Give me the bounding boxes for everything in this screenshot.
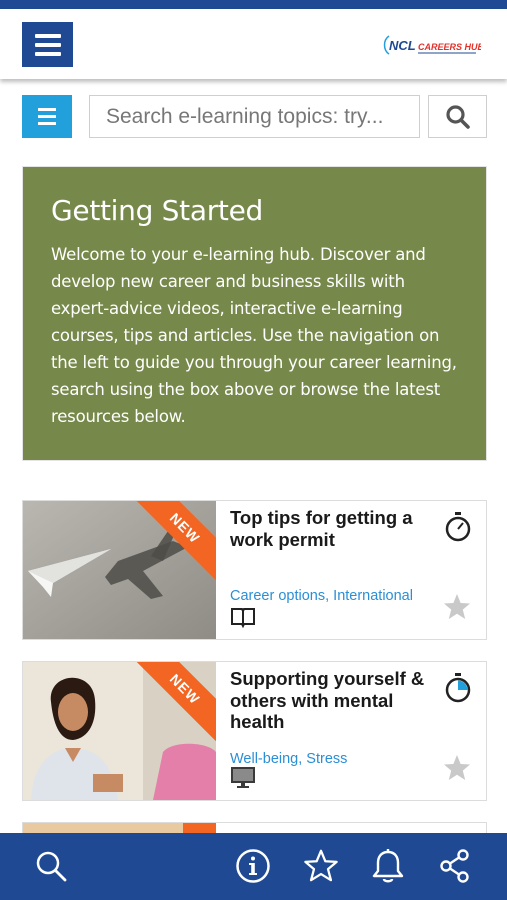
- star-icon: [304, 849, 338, 882]
- list-bar-icon: [38, 122, 56, 125]
- list-bar-icon: [38, 115, 56, 118]
- book-icon: [231, 608, 255, 629]
- menu-bar-icon: [34, 51, 61, 56]
- main-menu-button[interactable]: [22, 22, 73, 67]
- info-icon: [236, 849, 270, 883]
- card-tags[interactable]: Career options, International: [230, 588, 413, 604]
- search-icon: [36, 851, 67, 882]
- timer-icon: [445, 512, 471, 542]
- menu-bar-icon: [34, 42, 61, 47]
- search-button[interactable]: [428, 95, 487, 138]
- search-row: [0, 95, 507, 139]
- top-accent-strip: [0, 0, 507, 9]
- resource-card[interactable]: NEW Top tips for getting a work permit C…: [22, 500, 487, 640]
- nav-favourites-button[interactable]: [303, 848, 339, 884]
- share-icon: [440, 849, 469, 883]
- card-title[interactable]: Top tips for getting a work permit: [230, 507, 435, 550]
- topics-menu-button[interactable]: [22, 95, 72, 138]
- card-tags[interactable]: Well-being, Stress: [230, 751, 347, 767]
- card-title[interactable]: Supporting yourself & others with mental…: [230, 668, 435, 733]
- search-icon: [445, 104, 470, 129]
- resource-card[interactable]: NEW Supporting yourself & others with me…: [22, 661, 487, 801]
- menu-bar-icon: [34, 33, 61, 38]
- app-header: NCL CAREERS HUB: [0, 9, 507, 79]
- favourite-star-icon[interactable]: [442, 753, 472, 783]
- nav-share-button[interactable]: [437, 848, 473, 884]
- nav-search-button[interactable]: [33, 848, 69, 884]
- getting-started-body: Welcome to your e-learning hub. Discover…: [51, 245, 457, 426]
- getting-started-title: Getting Started: [51, 194, 263, 227]
- nav-info-button[interactable]: [235, 848, 271, 884]
- bell-icon: [372, 849, 404, 883]
- logo-careers-text: CAREERS HUB: [418, 42, 481, 52]
- favourite-star-icon[interactable]: [442, 592, 472, 622]
- search-input[interactable]: [89, 95, 420, 138]
- card-image-paper-plane: NEW: [23, 501, 216, 639]
- bottom-navigation: [0, 833, 507, 900]
- nav-notifications-button[interactable]: [370, 848, 406, 884]
- list-bar-icon: [38, 108, 56, 111]
- card-image-woman-smiling: NEW: [23, 662, 216, 800]
- logo-ncl-text: NCL: [389, 38, 416, 53]
- timer-icon: [445, 673, 471, 703]
- getting-started-panel: Getting Started Welcome to your e-learni…: [22, 166, 487, 461]
- ncl-careers-hub-logo[interactable]: NCL CAREERS HUB: [381, 32, 481, 58]
- monitor-icon: [231, 767, 255, 788]
